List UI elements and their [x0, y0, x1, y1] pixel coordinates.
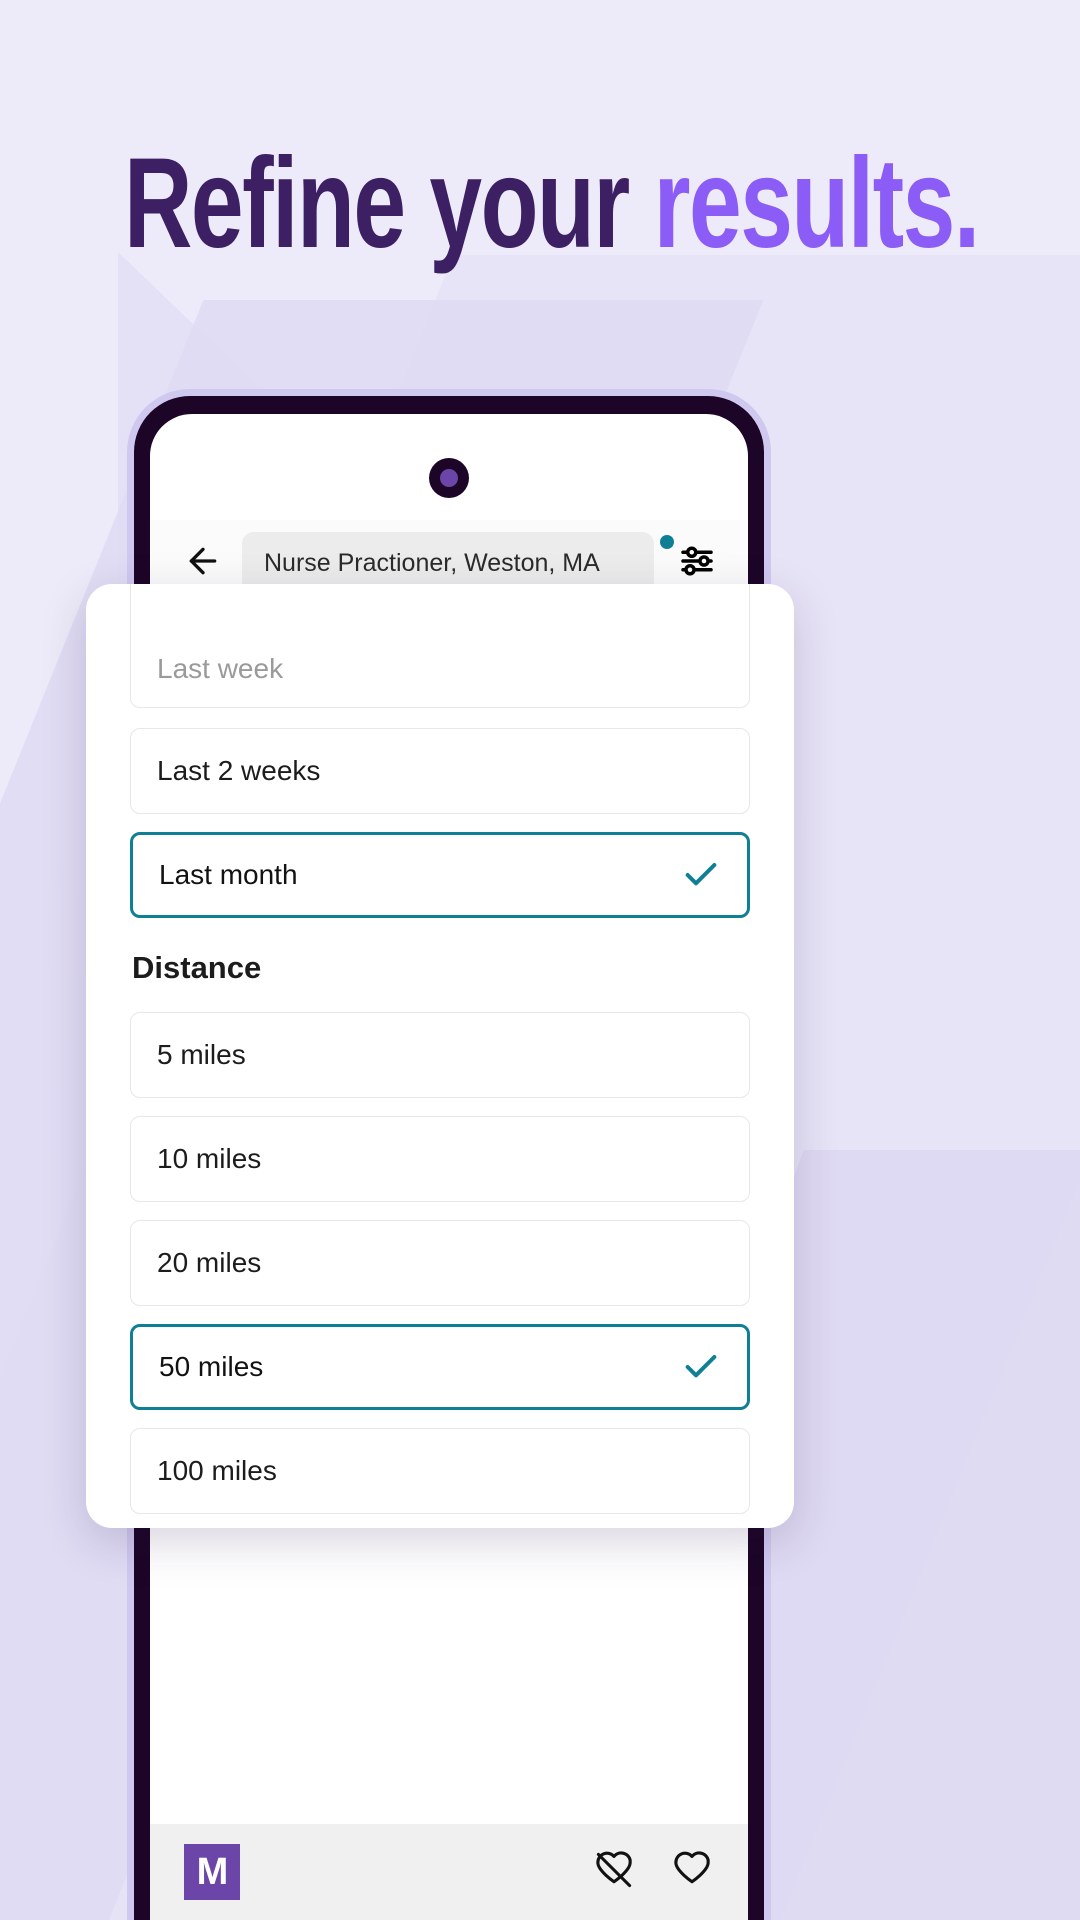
brand-logo[interactable]: M	[184, 1844, 240, 1900]
option-50-miles[interactable]: 50 miles	[130, 1324, 750, 1410]
heart-icon[interactable]	[670, 1848, 714, 1897]
section-title-distance: Distance	[132, 950, 262, 985]
option-100-miles[interactable]: 100 miles	[130, 1428, 750, 1514]
page-title: Refine your results.	[124, 140, 980, 268]
option-last-month[interactable]: Last month	[130, 832, 750, 918]
sliders-icon	[676, 540, 718, 587]
option-20-miles[interactable]: 20 miles	[130, 1220, 750, 1306]
filter-sheet: Last week Last 2 weeks Last month Distan…	[86, 584, 794, 1528]
filter-sheet-scroll[interactable]: Last week Last 2 weeks Last month Distan…	[130, 584, 750, 1514]
option-5-miles[interactable]: 5 miles	[130, 1012, 750, 1098]
headline-part-one: Refine your	[124, 132, 654, 275]
camera-punch-hole	[429, 458, 469, 498]
option-label: 10 miles	[157, 1143, 262, 1174]
headline-period: .	[953, 132, 980, 275]
option-label: Last 2 weeks	[157, 755, 321, 786]
camera-lens-icon	[440, 469, 458, 487]
bottom-app-bar: M	[150, 1824, 748, 1920]
option-label: Last month	[159, 859, 298, 890]
bottom-bar-icons	[592, 1848, 714, 1897]
heart-crossed-icon[interactable]	[592, 1848, 636, 1897]
option-label: Last week	[157, 653, 284, 684]
headline-accent-word: results	[653, 132, 956, 275]
check-icon	[681, 855, 721, 895]
option-last-2-weeks[interactable]: Last 2 weeks	[130, 728, 750, 814]
option-label: 100 miles	[157, 1455, 277, 1486]
arrow-left-icon	[183, 541, 223, 586]
option-label: 50 miles	[159, 1351, 264, 1382]
option-label: 5 miles	[157, 1039, 246, 1070]
option-last-week[interactable]: Last week	[130, 584, 750, 708]
check-icon	[681, 1347, 721, 1387]
option-label: 20 miles	[157, 1247, 262, 1278]
option-10-miles[interactable]: 10 miles	[130, 1116, 750, 1202]
filter-active-badge-icon	[660, 535, 674, 549]
